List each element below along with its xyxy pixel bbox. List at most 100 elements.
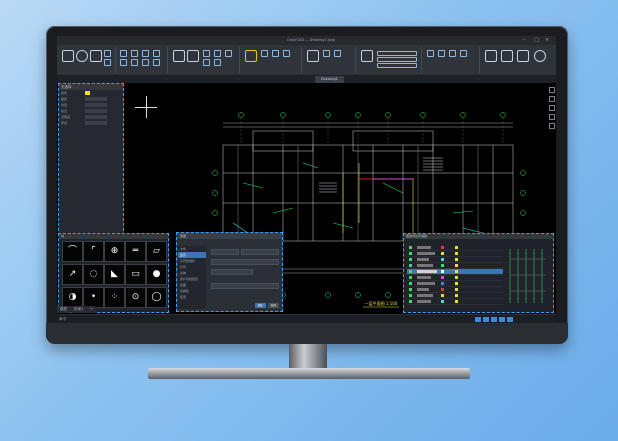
add-layout-tab[interactable]: + — [87, 306, 97, 313]
line-tool-icon[interactable] — [62, 50, 74, 62]
cancel-button[interactable]: 取消 — [268, 303, 279, 308]
layer-lock-icon[interactable] — [272, 50, 279, 57]
color-dropdown[interactable] — [377, 51, 417, 56]
block-thumb[interactable]: ▱ — [146, 241, 167, 262]
dialog-field[interactable] — [211, 269, 253, 275]
trim-icon[interactable] — [120, 59, 127, 66]
polyline-tool-icon[interactable] — [90, 50, 102, 62]
prop-row[interactable]: 厚度 — [59, 120, 123, 126]
command-line[interactable]: 命令: — [59, 315, 67, 323]
block-thumb[interactable]: ◣ — [104, 264, 125, 285]
grid-toggle-icon[interactable] — [483, 317, 489, 322]
window-title: GstarCAD — Drawing1.dwg — [287, 38, 335, 42]
layer-off-icon[interactable] — [283, 50, 290, 57]
dialog-category[interactable]: 配置 — [178, 294, 206, 300]
mtext-icon[interactable] — [225, 50, 232, 57]
block-thumb[interactable]: ↗ — [62, 264, 83, 285]
block-thumb[interactable]: ● — [146, 264, 167, 285]
ribbon-toolbar — [57, 45, 556, 76]
block-thumb[interactable]: ⊙ — [125, 287, 146, 308]
navigation-bar — [547, 84, 555, 144]
settings-gear-icon[interactable] — [534, 50, 546, 62]
close-button[interactable]: × — [545, 36, 549, 45]
insert-block-icon[interactable] — [307, 50, 319, 62]
block-thumb[interactable]: ◌ — [83, 264, 104, 285]
view-icon[interactable] — [501, 50, 513, 62]
measure-icon[interactable] — [449, 50, 456, 57]
leader-icon[interactable] — [203, 50, 210, 57]
copy-icon[interactable] — [131, 50, 138, 57]
ribbon-group-layers — [241, 47, 302, 73]
calculator-icon[interactable] — [460, 50, 467, 57]
extend-icon[interactable] — [131, 59, 138, 66]
monitor-stand-neck — [289, 344, 327, 370]
steering-wheel-icon[interactable] — [549, 123, 555, 129]
layer-freeze-icon[interactable] — [261, 50, 268, 57]
dimension-icon[interactable] — [187, 50, 199, 62]
text-icon[interactable] — [173, 50, 185, 62]
plot-icon[interactable] — [517, 50, 529, 62]
circle-tool-icon[interactable] — [76, 50, 88, 62]
block-thumb[interactable]: ⊕ — [104, 241, 125, 262]
dialog-field[interactable] — [211, 259, 279, 265]
linetype-dropdown[interactable] — [377, 57, 417, 62]
block-thumb[interactable]: ⁘ — [104, 287, 125, 308]
gradient-icon[interactable] — [214, 59, 221, 66]
block-thumb[interactable]: ▭ — [125, 264, 146, 285]
zoom-icon[interactable] — [549, 96, 555, 102]
layout-tab[interactable]: 布局1 — [71, 306, 87, 313]
snap-toggle-icon[interactable] — [475, 317, 481, 322]
options-dialog: 选项 文件 显示 打开和保存 打印 系统 用户系统配置 绘图 选择集 配置 确定… — [176, 232, 283, 312]
showmotion-icon[interactable] — [549, 114, 555, 120]
dialog-field[interactable] — [241, 249, 279, 255]
model-tab[interactable]: 模型 — [57, 306, 70, 313]
file-tab[interactable]: Drawing1 — [315, 76, 344, 83]
ribbon-group-block — [303, 47, 356, 73]
title-bar: GstarCAD — Drawing1.dwg – □ × — [57, 36, 556, 45]
minimize-button[interactable]: – — [523, 36, 526, 45]
dialog-field[interactable] — [211, 249, 239, 255]
dialog-field[interactable] — [211, 283, 279, 289]
orbit-icon[interactable] — [549, 105, 555, 111]
mirror-icon[interactable] — [153, 50, 160, 57]
dialog-title: 选项 — [177, 233, 282, 239]
group-icon[interactable] — [427, 50, 434, 57]
block-thumb[interactable]: ═ — [125, 241, 146, 262]
move-icon[interactable] — [120, 50, 127, 57]
clipboard-icon[interactable] — [485, 50, 497, 62]
fillet-icon[interactable] — [153, 59, 160, 66]
ok-button[interactable]: 确定 — [255, 303, 266, 308]
polar-toggle-icon[interactable] — [499, 317, 505, 322]
osnap-toggle-icon[interactable] — [507, 317, 513, 322]
ribbon-group-draw — [59, 47, 116, 73]
pan-icon[interactable] — [549, 87, 555, 93]
layer-properties-icon[interactable] — [245, 50, 257, 62]
dialog-category-list: 文件 显示 打开和保存 打印 系统 用户系统配置 绘图 选择集 配置 — [178, 246, 206, 309]
table-icon[interactable] — [214, 50, 221, 57]
edit-block-icon[interactable] — [334, 50, 341, 57]
status-bar: 命令: — [57, 314, 556, 323]
block-thumb[interactable]: ◑ — [62, 287, 83, 308]
offset-icon[interactable] — [142, 59, 149, 66]
drawing-title: 一层平面图 1:100 — [365, 300, 398, 306]
blocks-header: 块 — [59, 234, 168, 239]
blocks-palette: 块 ⌒ ⌜ ⊕ ═ ▱ ↗ ◌ ◣ ▭ ● ◑ • ⁘ ⊙ ◯ — [58, 233, 169, 313]
ribbon-group-modify — [117, 47, 168, 73]
rotate-icon[interactable] — [142, 50, 149, 57]
rect-tool-icon[interactable] — [104, 59, 111, 66]
hatch-icon[interactable] — [203, 59, 210, 66]
ortho-toggle-icon[interactable] — [491, 317, 497, 322]
create-block-icon[interactable] — [323, 50, 330, 57]
block-thumb[interactable]: ⌜ — [83, 241, 104, 262]
maximize-button[interactable]: □ — [534, 36, 539, 45]
arc-tool-icon[interactable] — [104, 50, 111, 57]
block-thumb[interactable]: • — [83, 287, 104, 308]
block-thumb[interactable]: ◯ — [146, 287, 167, 308]
layer-manager-header: 图层特性管理器 — [404, 234, 553, 239]
lineweight-dropdown[interactable] — [377, 63, 417, 68]
layer-manager: 图层特性管理器 — [403, 233, 554, 313]
layer-row[interactable] — [407, 299, 503, 305]
ungroup-icon[interactable] — [438, 50, 445, 57]
block-thumb[interactable]: ⌒ — [62, 241, 83, 262]
match-properties-icon[interactable] — [361, 50, 373, 62]
